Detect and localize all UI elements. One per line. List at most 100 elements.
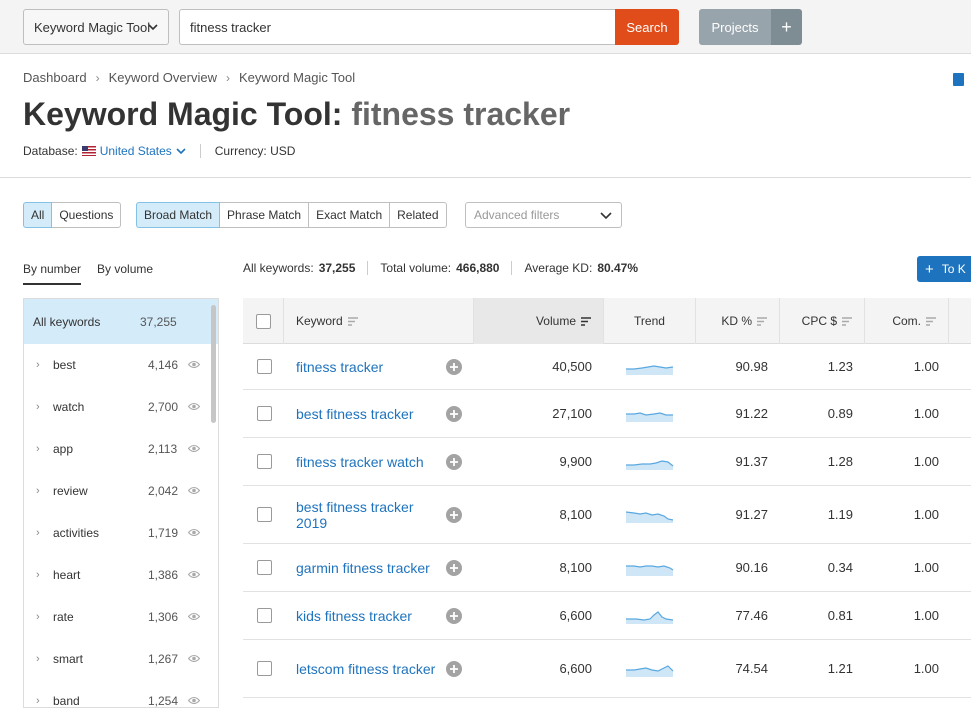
row-checkbox[interactable] [257,608,272,623]
sidebar-item-review[interactable]: › review 2,042 [24,470,218,512]
add-project-button[interactable]: + [771,9,802,45]
add-circle-icon[interactable] [446,607,462,624]
eye-icon[interactable] [188,612,200,621]
select-all-checkbox[interactable] [255,313,271,329]
keyword-link[interactable]: best fitness tracker 2019 [296,499,441,531]
breadcrumb-dashboard[interactable]: Dashboard [23,70,87,85]
top-bar: Keyword Magic Tool fitness tracker Searc… [0,0,971,54]
cpc-cell: 0.89 [827,406,853,421]
chevron-right-icon: › [36,485,40,497]
filter-broad-match[interactable]: Broad Match [136,202,221,228]
add-circle-icon[interactable] [446,660,462,677]
row-select-cell [257,544,272,591]
header-cpc[interactable]: CPC $ [780,298,865,344]
total-volume-label: Total volume: [380,261,452,275]
trend-sparkline-icon [626,610,674,624]
keyword-link[interactable]: kids fitness tracker [296,608,412,624]
sidebar-item-best[interactable]: › best 4,146 [24,344,218,386]
page-title-keyword: fitness tracker [351,96,571,132]
eye-icon[interactable] [188,654,200,663]
filter-all[interactable]: All [23,202,53,228]
sidebar-item-activities[interactable]: › activities 1,719 [24,512,218,554]
sidebar-item-app[interactable]: › app 2,113 [24,428,218,470]
header-com[interactable]: Com. [865,298,949,344]
sidebar-item-rate[interactable]: › rate 1,306 [24,596,218,638]
all-keywords-value: 37,255 [318,261,356,275]
chevron-down-icon[interactable] [176,146,186,156]
keyword-link[interactable]: letscom fitness tracker [296,661,435,677]
row-select-cell [257,390,272,437]
trend-cell [626,390,674,437]
total-volume-value: 466,880 [456,261,500,275]
to-keyword-manager-button[interactable]: + To K [917,256,971,282]
row-checkbox[interactable] [257,359,272,374]
projects-button[interactable]: Projects [699,9,771,45]
eye-icon[interactable] [188,528,200,537]
keyword-link[interactable]: fitness tracker [296,359,383,375]
page-title: Keyword Magic Tool: fitness tracker [23,96,570,133]
kd-cell: 90.16 [735,560,768,575]
eye-icon[interactable] [188,570,200,579]
breadcrumb-keyword-overview[interactable]: Keyword Overview [109,70,217,85]
add-circle-icon[interactable] [446,559,462,576]
keyword-link[interactable]: best fitness tracker [296,406,414,422]
row-checkbox[interactable] [257,560,272,575]
sidebar-item-watch[interactable]: › watch 2,700 [24,386,218,428]
chevron-right-icon: › [36,569,40,581]
table-row: best fitness tracker 2019 8,100 91.27 1.19 1… [243,486,971,544]
cpc-cell: 1.19 [827,507,853,522]
keyword-cell: garmin fitness tracker [296,544,441,591]
row-checkbox[interactable] [257,661,272,676]
keyword-cell: best fitness tracker [296,390,441,437]
volume-cell: 6,600 [559,661,592,676]
search-button[interactable]: Search [615,9,679,45]
filter-phrase-match[interactable]: Phrase Match [219,202,310,228]
tool-select[interactable]: Keyword Magic Tool [23,9,169,45]
add-circle-icon[interactable] [446,405,462,422]
table-row: kids fitness tracker 6,600 77.46 0.81 1.00 [243,592,971,640]
keyword-link[interactable]: garmin fitness tracker [296,560,430,576]
scrollbar[interactable] [211,305,216,423]
row-select-cell [257,344,272,389]
chevron-down-icon [600,212,612,220]
row-checkbox[interactable] [257,507,272,522]
add-circle-icon[interactable] [446,453,462,470]
add-circle-icon[interactable] [446,358,462,375]
trend-cell [626,486,674,543]
header-keyword[interactable]: Keyword [284,298,474,344]
sort-icon [757,316,767,326]
keyword-cell: fitness tracker watch [296,438,441,485]
book-icon[interactable] [953,73,964,86]
sidebar-item-band[interactable]: › band 1,254 [24,680,218,707]
row-select-cell [257,438,272,485]
group-label: heart [53,568,81,582]
search-input[interactable]: fitness tracker [179,9,616,45]
header-volume[interactable]: Volume [474,298,604,344]
eye-icon[interactable] [188,402,200,411]
sidebar-item-smart[interactable]: › smart 1,267 [24,638,218,680]
tool-select-label: Keyword Magic Tool [34,19,151,35]
sidebar-item-heart[interactable]: › heart 1,386 [24,554,218,596]
row-checkbox[interactable] [257,406,272,421]
eye-icon[interactable] [188,444,200,453]
group-all-keywords[interactable]: All keywords 37,255 [24,299,218,344]
tab-by-volume[interactable]: By volume [97,262,153,285]
table-row: best fitness tracker 27,100 91.22 0.89 1.00 [243,390,971,438]
row-checkbox[interactable] [257,454,272,469]
header-kd[interactable]: KD % [696,298,780,344]
group-count: 1,386 [148,568,179,582]
trend-sparkline-icon [626,411,673,422]
filter-related[interactable]: Related [389,202,447,228]
eye-icon[interactable] [188,486,200,495]
add-circle-icon[interactable] [446,506,462,523]
com-cell: 1.00 [913,661,939,676]
filter-questions[interactable]: Questions [51,202,122,228]
eye-icon[interactable] [188,360,200,369]
trend-cell [626,544,674,591]
filter-exact-match[interactable]: Exact Match [308,202,391,228]
advanced-filters-select[interactable]: Advanced filters [465,202,622,228]
keyword-link[interactable]: fitness tracker watch [296,454,424,470]
average-kd-label: Average KD: [524,261,593,275]
database-select[interactable]: United States [100,144,172,158]
tab-by-number[interactable]: By number [23,262,82,285]
